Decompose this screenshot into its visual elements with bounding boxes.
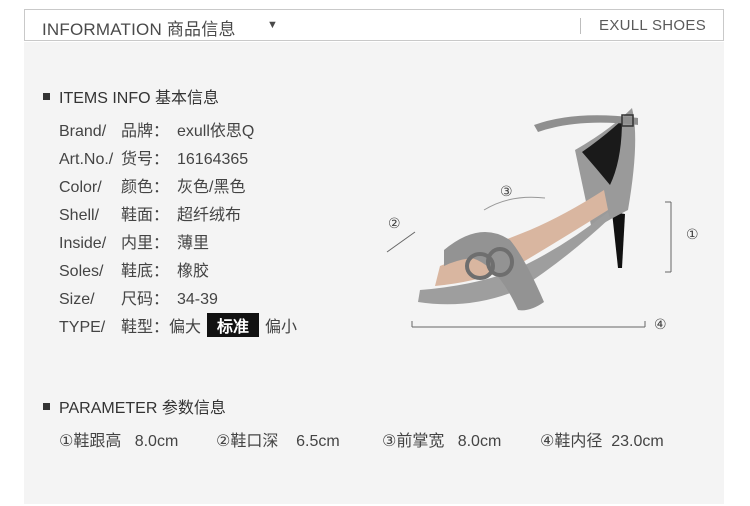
parameter-title: PARAMETER 参数信息 [59, 400, 226, 417]
param-value: 8.0cm [134, 433, 179, 450]
spec-label-cn: 内里： [121, 235, 170, 252]
heel-shape [612, 212, 625, 268]
spec-row-shell: Shell/鞋面： 超纤绒布 [59, 201, 241, 225]
param-name: ②鞋口深 [216, 433, 279, 450]
spec-label: Inside/ [59, 235, 107, 252]
sandal-illustration: ③ ② ① ④ [386, 108, 699, 332]
spec-label: Size/ [59, 291, 95, 308]
brand-name: EXULL SHOES [599, 17, 706, 34]
spec-label: Soles/ [59, 263, 104, 280]
spec-row-color: Color/颜色： 灰色/黑色 [59, 173, 245, 197]
spec-label: Shell/ [59, 207, 100, 224]
items-info-title: ITEMS INFO 基本信息 [59, 90, 220, 107]
marker-1: ① [686, 226, 699, 242]
spec-label-cn: 颜色： [121, 179, 170, 196]
spec-row-inside: Inside/内里： 薄里 [59, 229, 209, 253]
spec-label-cn: 品牌： [121, 123, 170, 140]
caret-down-icon[interactable]: ▼ [267, 19, 278, 31]
header-divider [580, 18, 581, 34]
spec-value: 橡胶 [177, 263, 210, 280]
spec-label-cn: 鞋底： [121, 263, 170, 280]
items-info-heading: ITEMS INFO 基本信息 [43, 84, 219, 108]
marker-3: ③ [500, 183, 513, 199]
spec-row-soles: Soles/鞋底： 橡胶 [59, 257, 209, 281]
type-option-large: 偏小 [265, 319, 298, 336]
square-bullet-icon [43, 93, 50, 101]
spec-row-size: Size/尺码： 34-39 [59, 285, 218, 309]
spec-label: Brand/ [59, 123, 107, 140]
square-bullet-icon [43, 403, 50, 411]
spec-row-type: TYPE/鞋型：偏大 标准 偏小 [59, 313, 297, 337]
param-value: 6.5cm [296, 433, 340, 450]
marker-2: ② [388, 215, 401, 231]
param-forefoot-width: ③前掌宽 8.0cm [382, 427, 501, 451]
spec-value: 34-39 [177, 291, 218, 308]
spec-value: 16164365 [177, 151, 249, 168]
parameter-heading: PARAMETER 参数信息 [43, 394, 226, 418]
marker-4: ④ [654, 316, 667, 332]
spec-row-artno: Art.No./ 货号： 16164365 [59, 145, 248, 169]
sandal-diagram: ③ ② ① ④ [360, 90, 730, 340]
param-value: 8.0cm [457, 433, 502, 450]
type-option-standard-selected: 标准 [207, 313, 260, 337]
spec-label: TYPE/ [59, 319, 106, 336]
param-name: ③前掌宽 [382, 433, 445, 450]
spec-value: 薄里 [177, 235, 210, 252]
param-heel-height: ①鞋跟高 8.0cm [59, 427, 178, 451]
spec-label-cn: 鞋型： [121, 319, 170, 336]
param-throat-depth: ②鞋口深 6.5cm [216, 427, 340, 451]
header-title: INFORMATION 商品信息 [42, 20, 236, 39]
info-header: INFORMATION 商品信息 ▼ EXULL SHOES [24, 9, 724, 41]
param-value: 23.0cm [611, 433, 664, 450]
param-name: ④鞋内径 [540, 433, 603, 450]
throat-depth-guide [386, 231, 416, 253]
spec-label: Art.No./ [59, 151, 114, 168]
spec-row-brand: Brand/品牌： exull依思Q [59, 117, 254, 141]
forefoot-width-guide [483, 196, 546, 211]
spec-value: 灰色/黑色 [177, 179, 246, 196]
spec-label-cn: 尺码： [121, 291, 170, 308]
spec-value: exull依思Q [177, 123, 255, 140]
param-name: ①鞋跟高 [59, 433, 122, 450]
param-inner-length: ④鞋内径 23.0cm [540, 427, 664, 451]
spec-label-cn: 鞋面： [121, 207, 170, 224]
type-option-small: 偏大 [169, 319, 202, 336]
spec-label: Color/ [59, 179, 102, 196]
spec-label-cn: 货号： [121, 151, 170, 168]
spec-value: 超纤绒布 [177, 207, 242, 224]
